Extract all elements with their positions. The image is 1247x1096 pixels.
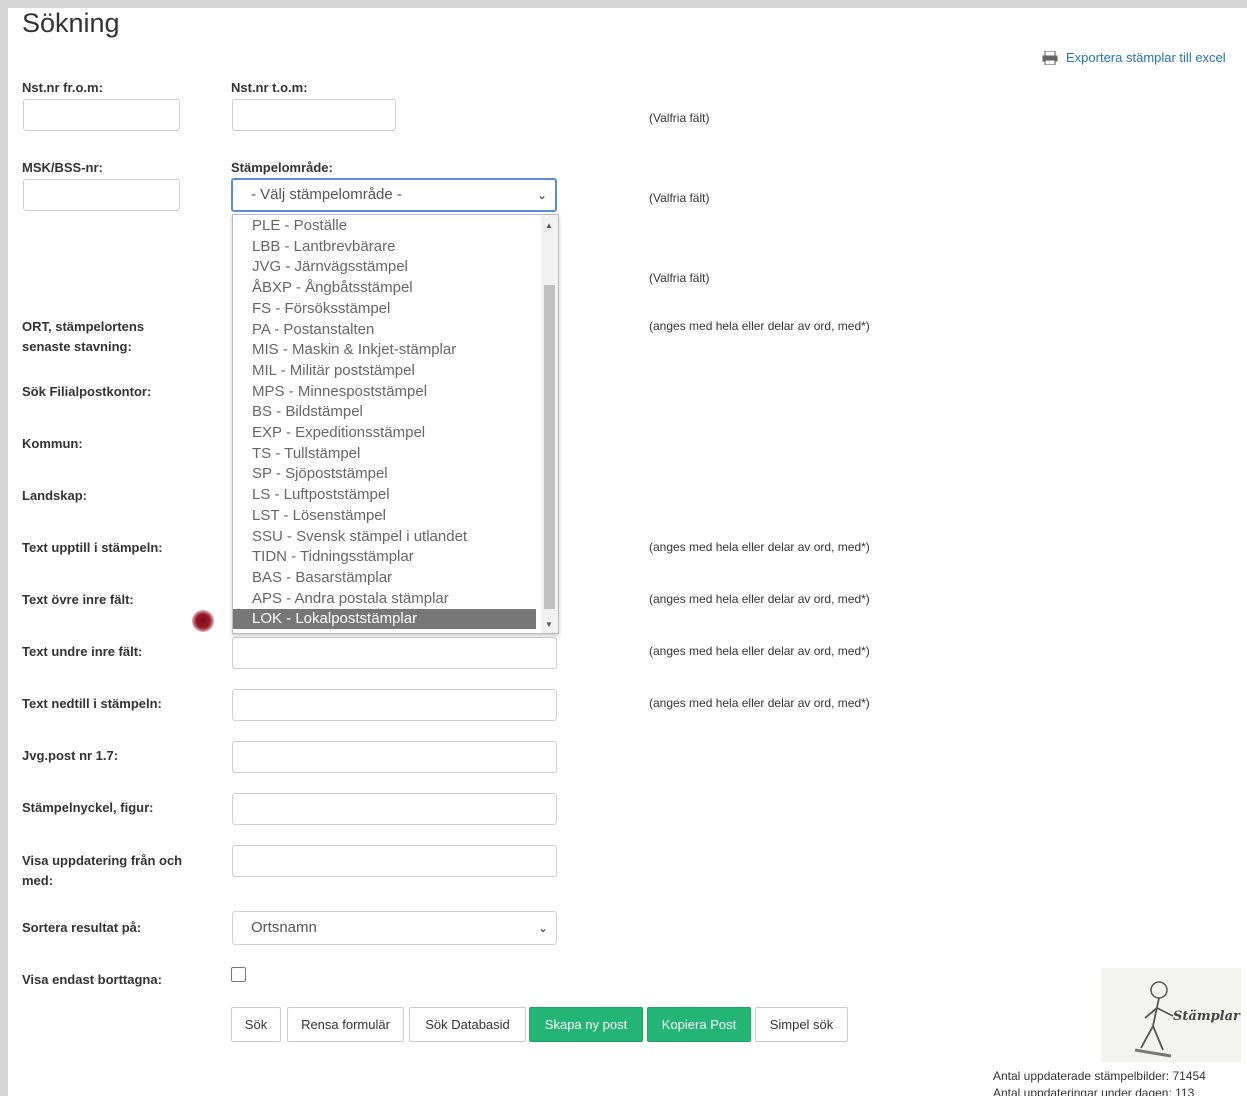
omrade-select-value: - Välj stämpelområde - <box>251 186 402 203</box>
nst-to-input[interactable] <box>232 99 396 131</box>
wildcard-hint: (anges med hela eller delar av ord, med*… <box>649 644 870 658</box>
dropdown-option[interactable]: LBB - Lantbrevbärare <box>233 237 536 257</box>
dropdown-option[interactable]: PLE - Poställe <box>233 216 536 236</box>
sortera-select-value: Ortsnamn <box>251 919 317 936</box>
omrade-select[interactable]: - Välj stämpelområde - ⌄ <box>231 178 557 212</box>
stamplar-logo-image: Stämplar <box>1134 981 1241 1058</box>
dropdown-scrollbar[interactable]: ▲ ▼ <box>541 215 558 633</box>
sortera-select[interactable]: Ortsnamn ⌄ <box>232 911 557 945</box>
upptill-label: Text upptill i stämpeln: <box>22 540 163 555</box>
nedtill-input[interactable] <box>232 689 557 721</box>
dropdown-option[interactable]: FS - Försöksstämpel <box>233 299 536 319</box>
nst-from-input[interactable] <box>23 99 180 131</box>
optional-hint: (Valfria fält) <box>649 111 710 125</box>
scrollbar-thumb[interactable] <box>544 285 555 609</box>
nyckel-label: Stämpelnyckel, figur: <box>22 800 154 815</box>
dropdown-option[interactable]: BAS - Basarstämplar <box>233 568 536 588</box>
dropdown-option[interactable]: EXP - Expeditionsstämpel <box>233 423 536 443</box>
dropdown-option[interactable]: BS - Bildstämpel <box>233 402 536 422</box>
dropdown-option[interactable]: MIS - Maskin & Inkjet-stämplar <box>233 340 536 360</box>
skapa-button[interactable]: Skapa ny post <box>529 1007 643 1042</box>
export-label[interactable]: Exportera stämplar till excel <box>1066 50 1226 65</box>
borttagna-checkbox[interactable] <box>231 967 246 982</box>
stamplar-logo: Stämplar <box>1101 968 1241 1062</box>
msk-input[interactable] <box>23 179 180 211</box>
simpel-button[interactable]: Simpel sök <box>755 1007 848 1042</box>
dropdown-option[interactable]: PA - Postanstalten <box>233 320 536 340</box>
uppdatering-input[interactable] <box>232 845 557 877</box>
dropdown-option[interactable]: SP - Sjöpoststämpel <box>233 464 536 484</box>
dropdown-option[interactable]: TS - Tullstämpel <box>233 444 536 464</box>
jvg-label: Jvg.post nr 1.7: <box>22 748 119 763</box>
wildcard-hint: (anges med hela eller delar av ord, med*… <box>649 319 870 333</box>
ort-label: ORT, stämpelortens senaste stavning: <box>22 319 145 354</box>
scroll-down-icon[interactable]: ▼ <box>545 620 553 629</box>
page-title: Sökning <box>22 8 120 38</box>
dropdown-option[interactable]: MIL - Militär poststämpel <box>233 361 536 381</box>
msk-label: MSK/BSS-nr: <box>22 160 103 175</box>
jvg-input[interactable] <box>232 741 557 773</box>
wildcard-hint: (anges med hela eller delar av ord, med*… <box>649 696 870 710</box>
borttagna-label: Visa endast borttagna: <box>22 972 162 987</box>
wildcard-hint: (anges med hela eller delar av ord, med*… <box>649 592 870 606</box>
export-link[interactable]: Exportera stämplar till excel <box>1042 50 1226 65</box>
cursor-indicator <box>192 610 214 632</box>
omrade-dropdown-list[interactable]: ▲ ▼ PLE - Poställe LBB - Lantbrevbärare JV… <box>232 214 559 634</box>
chevron-down-icon: ⌄ <box>536 188 547 202</box>
chevron-down-icon: ⌄ <box>537 921 548 935</box>
dropdown-option[interactable]: LS - Luftpoststämpel <box>233 485 536 505</box>
uppdatering-label: Visa uppdatering från och med: <box>22 853 183 888</box>
ovre-label: Text övre inre fält: <box>22 592 134 607</box>
rensa-button[interactable]: Rensa formulär <box>287 1007 404 1042</box>
nst-to-label: Nst.nr t.o.m: <box>231 80 308 95</box>
optional-hint: (Valfria fält) <box>649 191 710 205</box>
nst-from-label: Nst.nr fr.o.m: <box>22 80 103 95</box>
dropdown-option[interactable]: ÅBXP - Ångbåtsstämpel <box>233 278 536 298</box>
undre-label: Text undre inre fält: <box>22 644 143 659</box>
dropdown-option[interactable]: LST - Lösenstämpel <box>233 506 536 526</box>
nyckel-input[interactable] <box>232 793 557 825</box>
undre-input[interactable] <box>232 637 557 669</box>
scroll-up-icon[interactable]: ▲ <box>545 221 553 230</box>
filial-label: Sök Filialpostkontor: <box>22 384 152 399</box>
dropdown-option[interactable]: MPS - Minnespoststämpel <box>233 382 536 402</box>
landskap-label: Landskap: <box>22 488 88 503</box>
sortera-label: Sortera resultat på: <box>22 920 142 935</box>
stats-images: Antal uppdaterade stämpelbilder: 71454 <box>993 1069 1206 1083</box>
dropdown-option[interactable]: SSU - Svensk stämpel i utlandet <box>233 527 536 547</box>
printer-icon <box>1042 50 1058 65</box>
search-page: Sökning Exportera stämplar till excel Ns… <box>8 8 1247 1096</box>
dropdown-option[interactable]: TIDN - Tidningsstämplar <box>233 547 536 567</box>
dropdown-option[interactable]: LOK - Lokalpoststämplar <box>233 609 536 630</box>
wildcard-hint: (anges med hela eller delar av ord, med*… <box>649 540 870 554</box>
stats-updates: Antal uppdateringar under dagen: 113 <box>993 1086 1195 1096</box>
optional-hint: (Valfria fält) <box>649 271 710 285</box>
kommun-label: Kommun: <box>22 436 83 451</box>
databasid-button[interactable]: Sök Databasid <box>409 1007 526 1042</box>
nedtill-label: Text nedtill i stämpeln: <box>22 696 162 711</box>
dropdown-option[interactable]: APS - Andra postala stämplar <box>233 589 536 609</box>
omrade-label: Stämpelområde: <box>231 160 333 175</box>
svg-text:Stämplar: Stämplar <box>1173 1009 1241 1024</box>
kopiera-button[interactable]: Kopiera Post <box>647 1007 751 1042</box>
dropdown-option[interactable]: JVG - Järnvägsstämpel <box>233 257 536 277</box>
sok-button[interactable]: Sök <box>231 1007 281 1042</box>
